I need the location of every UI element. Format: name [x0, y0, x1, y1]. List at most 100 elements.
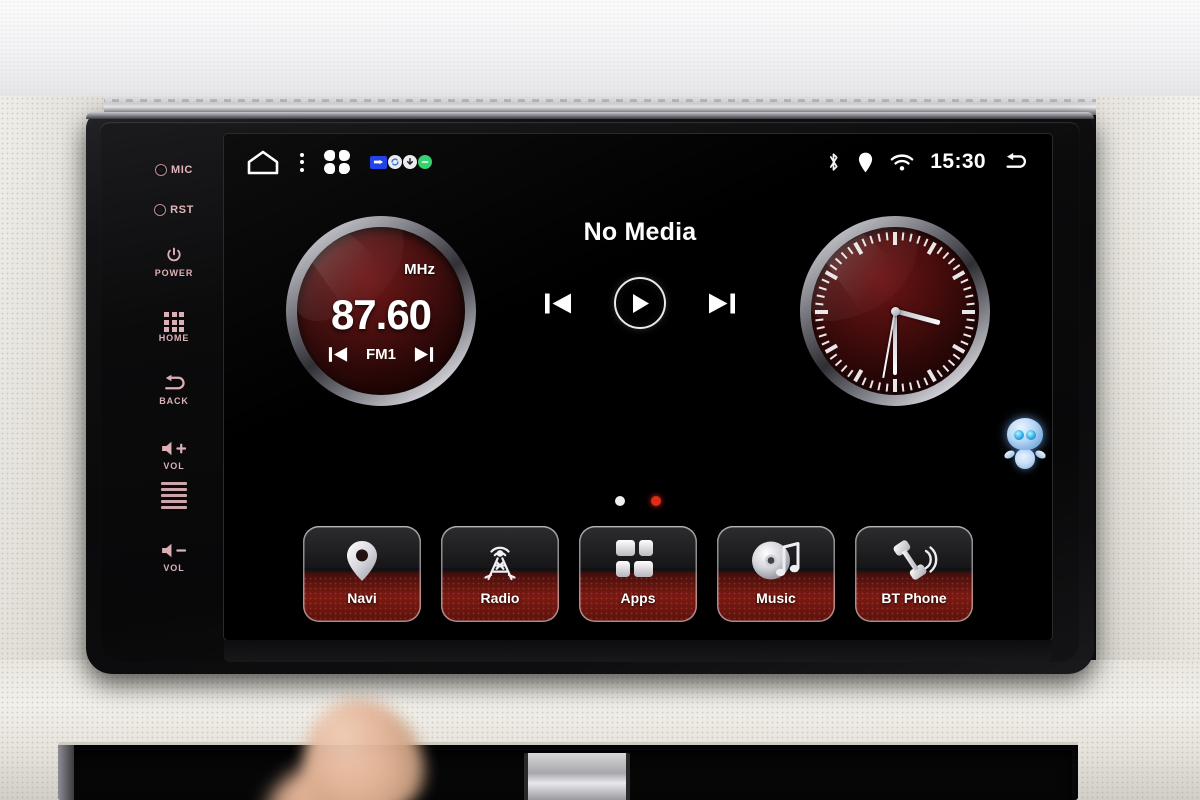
clock-tick	[908, 382, 913, 391]
media-controls	[544, 277, 736, 329]
page-dot[interactable]	[615, 496, 625, 506]
grid-home-icon	[138, 312, 210, 332]
robot-arm-right	[1034, 448, 1047, 461]
clock-widget[interactable]	[800, 216, 990, 406]
clock-tick	[815, 318, 824, 322]
screen-lower-bezel	[224, 640, 1052, 662]
play-icon	[632, 293, 649, 313]
clock-tick	[901, 232, 905, 241]
hardkey-back[interactable]: BACK	[138, 374, 210, 406]
dock-item-apps[interactable]: Apps	[579, 526, 697, 622]
radio-frequency: 87.60	[330, 291, 432, 338]
robot-head	[1007, 418, 1043, 450]
robot-assistant-icon[interactable]	[1003, 418, 1047, 470]
air-vent-left-edge	[58, 745, 74, 800]
apps-grid-icon	[615, 532, 661, 590]
hardkey-home[interactable]: HOME	[138, 312, 210, 343]
clock-tick	[952, 353, 961, 360]
skip-previous-icon[interactable]	[328, 346, 348, 363]
apps-flower-icon[interactable]	[324, 150, 350, 174]
phone-handset-icon	[890, 532, 938, 590]
page-indicator[interactable]	[224, 496, 1052, 506]
clock-tick	[821, 278, 830, 284]
clock-tick	[885, 232, 889, 241]
status-bar-clock: 15:30	[930, 150, 986, 173]
robot-eye-right	[1026, 430, 1036, 440]
clock-tick	[840, 364, 848, 373]
clock-tick	[947, 257, 956, 265]
radio-band-row: FM1	[297, 346, 465, 363]
overflow-menu-icon[interactable]	[300, 152, 304, 172]
clock-tick	[908, 233, 913, 242]
clock-tick	[965, 294, 974, 299]
media-widget[interactable]: No Media	[472, 190, 808, 440]
reset-hole-icon	[154, 204, 167, 216]
hardkey-mic[interactable]: MIC	[138, 164, 210, 176]
clock-tick	[816, 294, 825, 299]
widget-row: MHz 87.60 FM1 No Media	[224, 190, 1052, 490]
clock-tick	[963, 333, 972, 338]
hardkey-home-label: HOME	[158, 333, 190, 343]
clock-tick	[952, 264, 961, 271]
clock-tick	[861, 238, 867, 247]
air-vent-slider[interactable]	[524, 753, 630, 800]
location-pin-icon	[859, 152, 873, 172]
speaker-grille	[138, 482, 210, 509]
clock-tick	[936, 369, 943, 378]
volume-up-icon	[162, 441, 187, 456]
hardkey-volume-down[interactable]: VOL	[138, 542, 210, 573]
dock-item-bt-phone[interactable]: BT Phone	[855, 526, 973, 622]
clock-tick	[966, 318, 975, 322]
hardkey-rst[interactable]: RST	[138, 204, 210, 216]
clock-tick	[962, 310, 975, 314]
radio-widget[interactable]: MHz 87.60 FM1	[286, 216, 476, 406]
app-dock: Navi Radio Apps Music BT Phone	[224, 526, 1052, 626]
clock-dial-face	[811, 227, 979, 395]
dock-item-radio-label: Radio	[480, 590, 520, 606]
clock-tick	[847, 246, 854, 255]
clock-tick	[840, 251, 848, 260]
clock-tick	[952, 270, 966, 281]
hardkey-volume-up[interactable]: VOL	[138, 440, 210, 471]
skip-next-icon[interactable]	[708, 292, 736, 315]
clock-tick	[816, 325, 825, 330]
dock-item-music[interactable]: Music	[717, 526, 835, 622]
usb-connected-badge	[370, 155, 387, 169]
clock-tick	[824, 343, 838, 354]
home-icon[interactable]	[246, 149, 280, 175]
hardkey-volume-up-label: VOL	[163, 461, 185, 471]
hardkey-power[interactable]: POWER	[138, 246, 210, 278]
dock-item-radio[interactable]: Radio	[441, 526, 559, 622]
radio-unit-label: MHz	[404, 261, 435, 278]
clock-tick	[916, 235, 921, 244]
clock-tick	[829, 264, 838, 271]
status-bar: 15:30	[224, 134, 1052, 190]
clock-tick	[960, 340, 969, 346]
head-unit-chrome-edge	[86, 112, 1094, 119]
music-disc-icon	[751, 532, 801, 590]
back-arrow-icon[interactable]	[1002, 151, 1030, 173]
clock-tick	[963, 286, 972, 291]
notification-badges[interactable]	[370, 155, 432, 169]
touchscreen-display[interactable]: 15:30 MHz 87.60 FM1 No Media Navi Radio …	[224, 134, 1052, 640]
head-unit: MIC RST POWER HOME BACK VOL VOL 15:30 MH…	[86, 112, 1094, 674]
bluetooth-icon	[830, 153, 838, 171]
robot-body	[1015, 449, 1035, 469]
skip-previous-icon[interactable]	[544, 292, 572, 315]
dock-item-navi[interactable]: Navi	[303, 526, 421, 622]
clock-tick	[834, 257, 843, 265]
clock-tick	[818, 333, 827, 338]
page-dot[interactable]	[651, 496, 661, 506]
clock-tick	[877, 382, 882, 391]
media-title: No Media	[583, 218, 697, 246]
clock-tick	[834, 359, 843, 367]
clock-tick	[960, 278, 969, 284]
radio-dial-face: MHz 87.60 FM1	[297, 227, 465, 395]
play-button[interactable]	[614, 277, 666, 329]
status-bar-left	[246, 149, 432, 175]
clock-tick	[893, 232, 897, 245]
clock-tick	[853, 241, 864, 255]
hardkey-volume-down-label: VOL	[163, 563, 185, 573]
skip-next-icon[interactable]	[414, 346, 434, 363]
hardkey-rst-label: RST	[170, 204, 194, 216]
